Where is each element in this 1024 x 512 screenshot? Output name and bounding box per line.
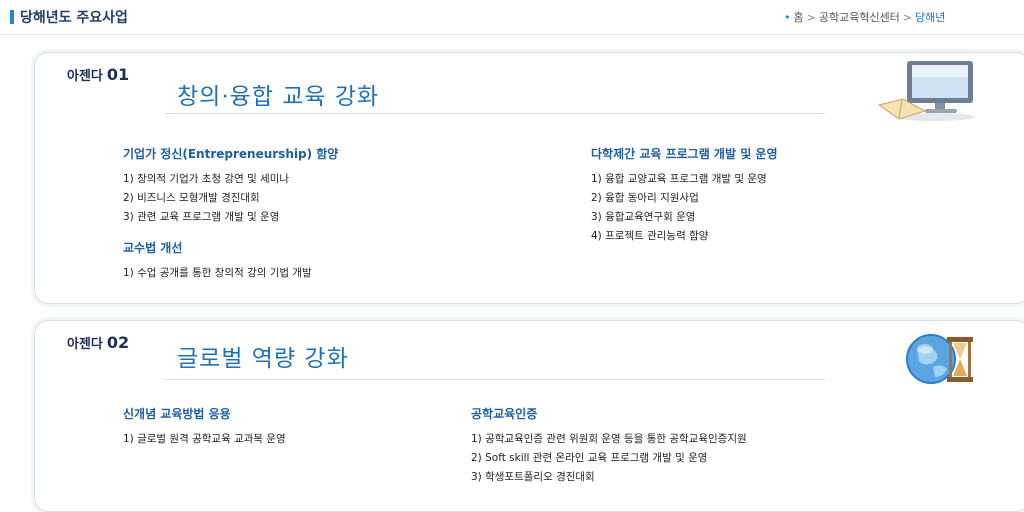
page-header: 당해년도 주요사업 • 홈 > 공학교육혁신센터 > 당해년	[0, 0, 1024, 35]
section-heading: 교수법 개선	[123, 241, 183, 255]
page-title: 당해년도 주요사업	[20, 10, 128, 26]
agenda-label: 아젠다 01	[67, 65, 129, 84]
list-item: 4) 프로젝트 관리능력 함양	[591, 230, 709, 242]
list-item: 1) 수업 공개를 통한 창의적 강의 기법 개발	[123, 267, 312, 279]
list-item: 2) 비즈니스 모형개발 경진대회	[123, 192, 260, 204]
list-item: 2) Soft skill 관련 온라인 교육 프로그램 개발 및 운영	[471, 452, 708, 464]
breadcrumb-home[interactable]: 홈	[794, 11, 804, 24]
list-item: 3) 융합교육연구회 운영	[591, 211, 696, 223]
agenda-panel-01: 아젠다 01 창의·융합 교육 강화 기업가 정신(Entrepreneurshi…	[34, 52, 1024, 304]
title-divider	[165, 113, 825, 114]
computer-icon	[873, 59, 983, 127]
breadcrumb-center[interactable]: 공학교육혁신센터	[819, 11, 900, 24]
agenda-word: 아젠다	[67, 69, 103, 84]
bullet-icon: •	[784, 11, 791, 24]
list-item: 1) 공학교육인증 관련 위원회 운영 등을 통한 공학교육인증지원	[471, 433, 747, 445]
list-item: 1) 글로벌 원격 공학교육 교과목 운영	[123, 433, 286, 445]
list-item: 1) 창의적 기업가 초청 강연 및 세미나	[123, 173, 290, 185]
section-heading: 신개념 교육방법 응용	[123, 407, 231, 421]
breadcrumb: • 홈 > 공학교육혁신센터 > 당해년	[784, 9, 1024, 25]
section-teaching-method: 교수법 개선 1) 수업 공개를 통한 창의적 강의 기법 개발	[123, 239, 312, 283]
list-item: 1) 융합 교양교육 프로그램 개발 및 운영	[591, 173, 767, 185]
title-bar-marker	[10, 10, 14, 24]
section-heading: 기업가 정신(Entrepreneurship) 함양	[123, 147, 339, 161]
chevron-right-icon: >	[806, 11, 816, 24]
section-engineering-accreditation: 공학교육인증 1) 공학교육인증 관련 위원회 운영 등을 통한 공학교육인증지…	[471, 405, 747, 487]
agenda-number: 01	[106, 65, 130, 84]
agenda-label: 아젠다 02	[67, 333, 129, 352]
list-item: 3) 관련 교육 프로그램 개발 및 운영	[123, 211, 280, 223]
chevron-right-icon: >	[902, 11, 913, 24]
section-heading: 공학교육인증	[471, 407, 538, 421]
list-item: 3) 학생포트폴리오 경진대회	[471, 471, 595, 483]
globe-hourglass-icon	[903, 327, 983, 395]
breadcrumb-current[interactable]: 당해년	[915, 11, 945, 24]
agenda-title: 창의·융합 교육 강화	[177, 84, 380, 110]
title-divider	[165, 379, 825, 380]
section-heading: 다학제간 교육 프로그램 개발 및 운영	[591, 147, 778, 161]
agenda-panel-02: 아젠다 02 글로벌 역량 강화 신개념 교육방법 응용 1) 글로벌 원격 공학…	[34, 320, 1024, 512]
list-item: 2) 융합 동아리 지원사업	[591, 192, 699, 204]
agenda-number: 02	[106, 333, 130, 352]
section-new-education-method: 신개념 교육방법 응용 1) 글로벌 원격 공학교육 교과목 운영	[123, 405, 286, 449]
agenda-word: 아젠다	[67, 337, 103, 352]
section-entrepreneurship: 기업가 정신(Entrepreneurship) 함양 1) 창의적 기업가 초…	[123, 145, 338, 227]
agenda-title: 글로벌 역량 강화	[177, 346, 349, 372]
section-multidisciplinary: 다학제간 교육 프로그램 개발 및 운영 1) 융합 교양교육 프로그램 개발 …	[591, 145, 778, 246]
